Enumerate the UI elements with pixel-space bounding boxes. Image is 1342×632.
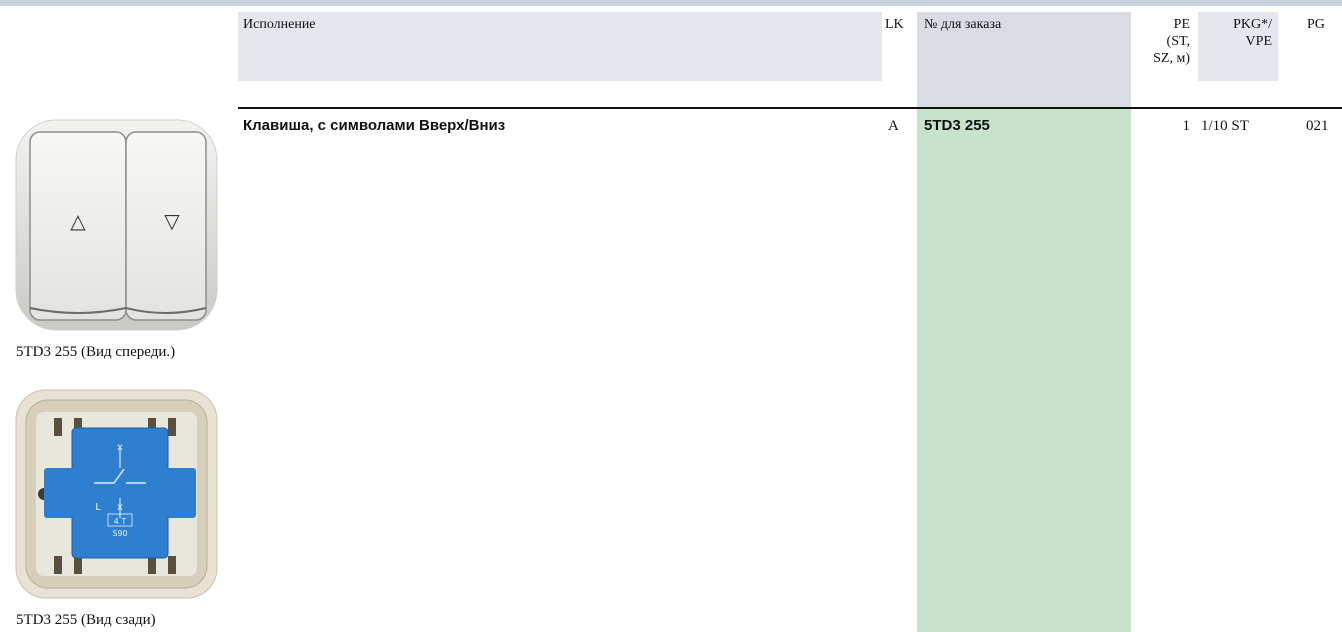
back-caption: 5TD3 255 (Вид сзади) <box>16 612 156 628</box>
product-pkg: 1/10 ST <box>1201 118 1249 134</box>
header-execution-cell <box>238 12 882 81</box>
header-pkg: PKG*/ VPE <box>1233 17 1272 49</box>
product-order-number: 5TD3 255 <box>924 117 990 134</box>
svg-text:4 T: 4 T <box>114 517 127 526</box>
header-pg: PG <box>1307 17 1325 32</box>
svg-text:S90: S90 <box>112 529 127 538</box>
product-pg: 021 <box>1306 118 1329 134</box>
front-caption: 5TD3 255 (Вид спереди.) <box>16 344 176 360</box>
svg-text:x: x <box>117 442 123 453</box>
product-lk: A <box>888 118 899 134</box>
svg-text:L: L <box>95 502 101 513</box>
switch-back-image: x x L 4 T S90 <box>15 389 218 599</box>
header-pe: PE (ST, SZ, м) <box>1153 17 1190 66</box>
header-execution: Исполнение <box>243 17 316 32</box>
product-pe: 1 <box>1182 118 1191 134</box>
switch-front-image: △ ▽ <box>15 119 218 331</box>
header-lk: LK <box>885 17 904 32</box>
header-divider <box>238 107 1342 109</box>
order-number-column <box>917 109 1131 632</box>
top-band <box>0 0 1342 6</box>
svg-text:x: x <box>117 502 123 513</box>
header-order-number: № для заказа <box>924 17 1002 32</box>
arrow-down-icon: ▽ <box>164 209 180 233</box>
arrow-up-icon: △ <box>70 209 86 233</box>
product-title: Клавиша, с символами Вверх/Вниз <box>243 117 506 134</box>
